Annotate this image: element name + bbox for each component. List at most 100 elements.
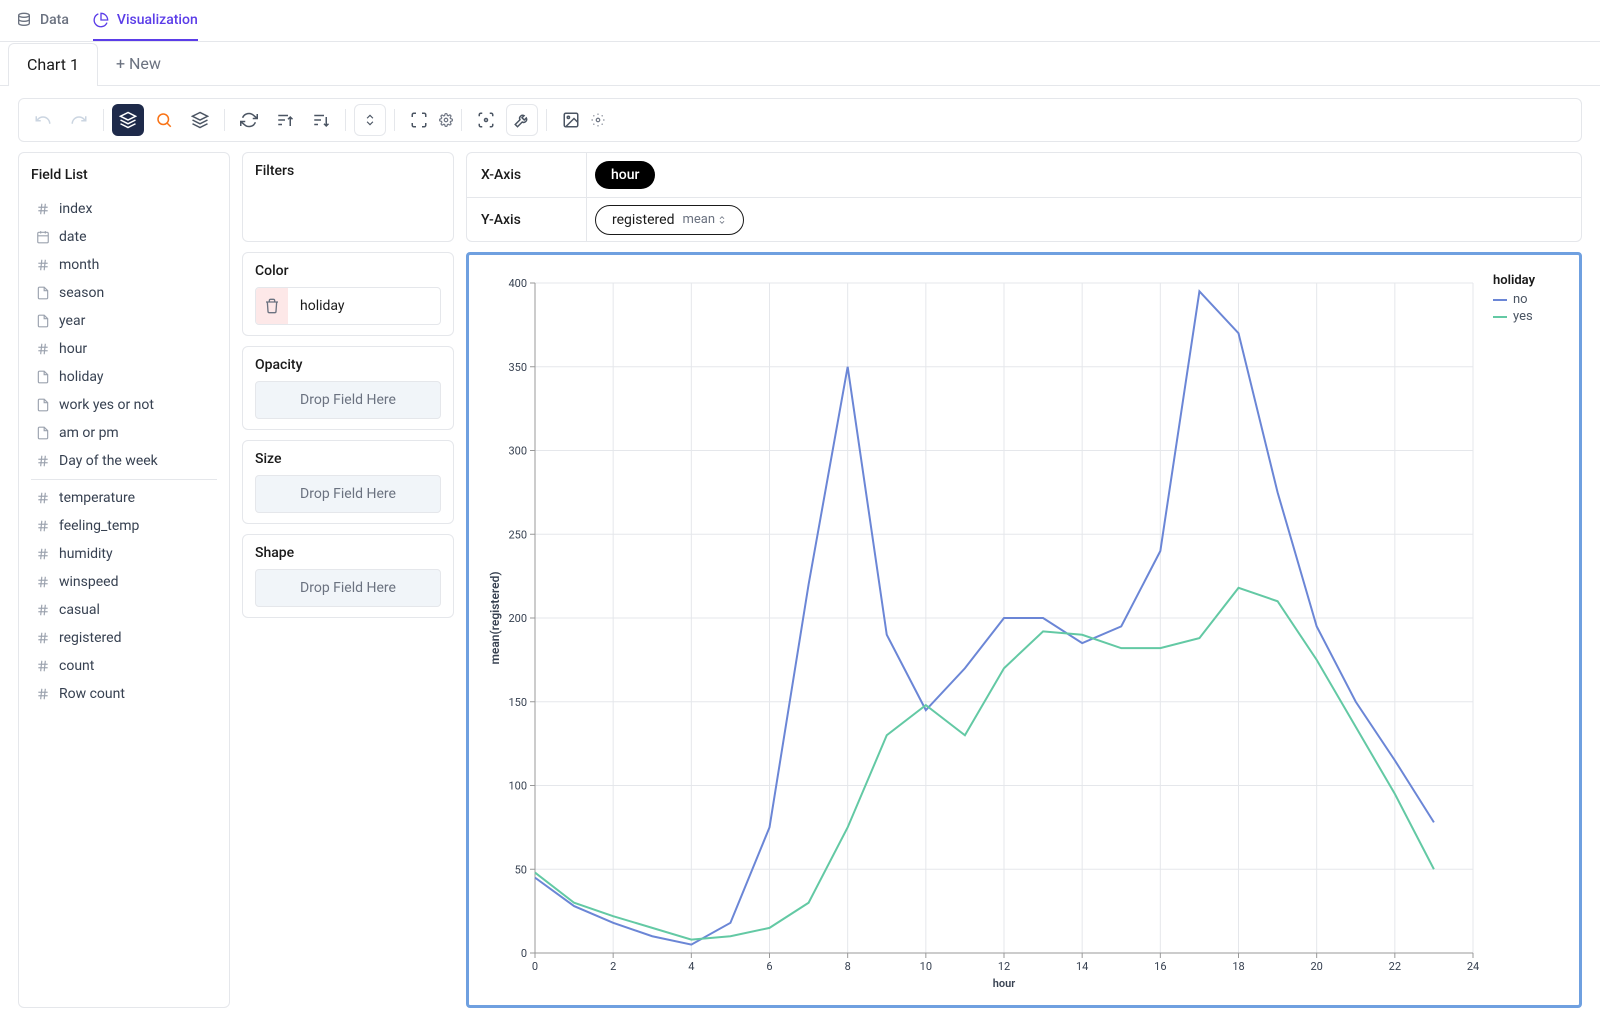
field-label: season (59, 285, 104, 301)
layers-button[interactable] (184, 104, 216, 136)
y-agg-selector[interactable]: mean (682, 212, 727, 227)
legend-title: holiday (1493, 273, 1563, 288)
database-icon (16, 12, 32, 28)
svg-text:18: 18 (1232, 960, 1244, 973)
wrench-icon (513, 111, 531, 129)
nav-data[interactable]: Data (16, 0, 69, 41)
doc-icon (35, 425, 51, 441)
cube-button[interactable] (112, 104, 144, 136)
field-item[interactable]: temperature (31, 484, 217, 512)
undo-button[interactable] (27, 104, 59, 136)
scan-button[interactable] (470, 104, 502, 136)
refresh-icon (240, 111, 258, 129)
fullscreen-button[interactable] (403, 104, 435, 136)
axis-config: X-Axis hour Y-Axis registered mean (466, 152, 1582, 242)
field-item[interactable]: holiday (31, 363, 217, 391)
expand-v-button[interactable] (354, 104, 386, 136)
separator (394, 109, 395, 131)
tab-chart-1[interactable]: Chart 1 (8, 43, 98, 86)
chart-container: 0246810121416182022240501001502002503003… (466, 252, 1582, 1008)
color-chip[interactable]: holiday (255, 287, 441, 325)
field-item[interactable]: feeling_temp (31, 512, 217, 540)
redo-icon (70, 111, 88, 129)
field-item[interactable]: Row count (31, 680, 217, 708)
field-item[interactable]: am or pm (31, 419, 217, 447)
svg-text:10: 10 (920, 960, 932, 973)
doc-icon (35, 369, 51, 385)
svg-text:150: 150 (508, 696, 527, 709)
wrench-button[interactable] (506, 104, 538, 136)
image-button[interactable] (555, 104, 587, 136)
search-button[interactable] (148, 104, 180, 136)
right-column: X-Axis hour Y-Axis registered mean (466, 152, 1582, 1008)
svg-text:22: 22 (1389, 960, 1401, 973)
legend-label: yes (1513, 309, 1533, 324)
field-item[interactable]: index (31, 195, 217, 223)
chevrons-ud-icon (717, 215, 727, 225)
field-item[interactable]: work yes or not (31, 391, 217, 419)
field-item[interactable]: winspeed (31, 568, 217, 596)
size-drop[interactable]: Drop Field Here (255, 475, 441, 513)
shelves-column: Filters Color holiday Opacity Drop Field… (242, 152, 454, 1008)
field-label: am or pm (59, 425, 119, 441)
field-label: index (59, 201, 92, 217)
field-item[interactable]: registered (31, 624, 217, 652)
shelf-color[interactable]: Color holiday (242, 252, 454, 336)
field-item[interactable]: Day of the week (31, 447, 217, 475)
field-item[interactable]: hour (31, 335, 217, 363)
legend-item[interactable]: yes (1493, 309, 1563, 324)
chip-delete-button[interactable] (256, 288, 288, 324)
doc-icon (35, 397, 51, 413)
legend-label: no (1513, 292, 1528, 307)
shelf-shape-title: Shape (255, 545, 441, 561)
shelf-shape[interactable]: Shape Drop Field Here (242, 534, 454, 618)
legend-item[interactable]: no (1493, 292, 1563, 307)
field-label: Day of the week (59, 453, 158, 469)
svg-text:0: 0 (532, 960, 538, 973)
field-item[interactable]: year (31, 307, 217, 335)
opacity-drop[interactable]: Drop Field Here (255, 381, 441, 419)
image-group (555, 104, 605, 136)
field-item[interactable]: count (31, 652, 217, 680)
field-label: humidity (59, 546, 113, 562)
field-item[interactable]: casual (31, 596, 217, 624)
svg-text:200: 200 (508, 612, 527, 625)
image-icon (562, 111, 580, 129)
shape-drop[interactable]: Drop Field Here (255, 569, 441, 607)
gear-icon[interactable] (591, 113, 605, 127)
shelf-color-title: Color (255, 263, 441, 279)
nav-data-label: Data (40, 12, 69, 28)
field-separator (31, 479, 217, 480)
y-axis-label: Y-Axis (467, 198, 587, 241)
refresh-button[interactable] (233, 104, 265, 136)
field-label: feeling_temp (59, 518, 139, 534)
svg-text:0: 0 (521, 947, 527, 960)
shelf-size[interactable]: Size Drop Field Here (242, 440, 454, 524)
field-item[interactable]: date (31, 223, 217, 251)
field-item[interactable]: month (31, 251, 217, 279)
field-item[interactable]: humidity (31, 540, 217, 568)
gear-icon[interactable] (439, 113, 453, 127)
shelf-filters[interactable]: Filters (242, 152, 454, 242)
line-chart: 0246810121416182022240501001502002503003… (485, 273, 1483, 993)
shelf-opacity[interactable]: Opacity Drop Field Here (242, 346, 454, 430)
y-axis-pills[interactable]: registered mean (587, 199, 1581, 241)
x-axis-pills[interactable]: hour (587, 155, 1581, 195)
legend: holiday no yes (1483, 273, 1563, 993)
field-label: casual (59, 602, 100, 618)
x-field-pill[interactable]: hour (595, 161, 655, 189)
field-item[interactable]: season (31, 279, 217, 307)
nav-visualization[interactable]: Visualization (93, 0, 198, 41)
hash-icon (35, 546, 51, 562)
sort-desc-button[interactable] (305, 104, 337, 136)
y-field-text: registered (612, 212, 674, 228)
sort-asc-button[interactable] (269, 104, 301, 136)
redo-button[interactable] (63, 104, 95, 136)
tab-new-label: + New (116, 54, 161, 73)
field-label: date (59, 229, 87, 245)
y-field-pill[interactable]: registered mean (595, 205, 744, 235)
scan-icon (477, 111, 495, 129)
tab-new[interactable]: + New (98, 54, 179, 73)
undo-icon (34, 111, 52, 129)
hash-icon (35, 453, 51, 469)
